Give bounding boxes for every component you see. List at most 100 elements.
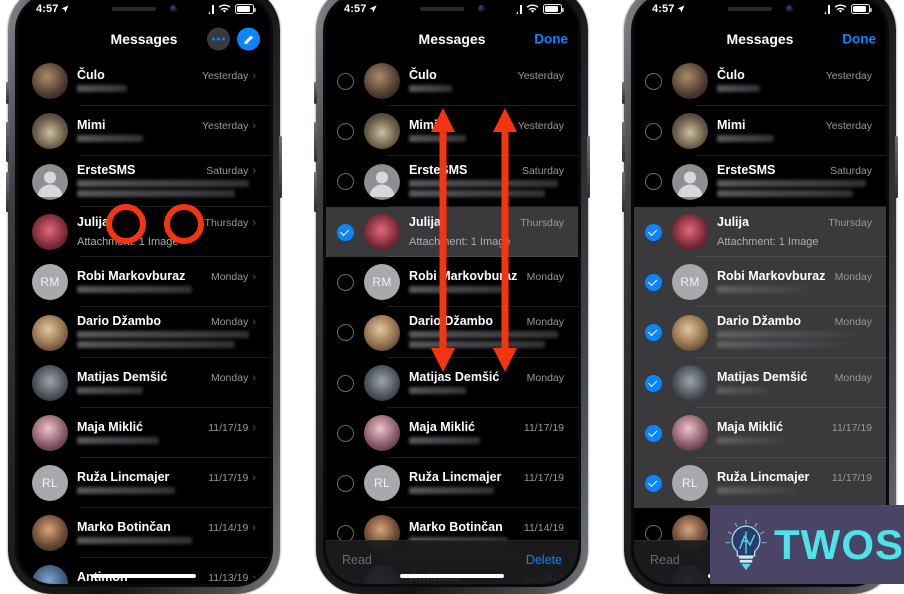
unselected-circle-icon[interactable] (336, 324, 354, 341)
row-select-cell[interactable] (326, 273, 358, 291)
read-button[interactable]: Read (650, 553, 680, 567)
conversation-list-2[interactable]: Čulo Yesterday Mimi Yesterday ErsteSMS Saturd… (326, 56, 578, 584)
unselected-circle-icon[interactable] (644, 72, 662, 90)
conversation-row[interactable]: RL Ruža Lincmajer 11/17/19 › (18, 458, 270, 508)
row-select-cell[interactable] (326, 173, 358, 190)
row-select-cell[interactable] (326, 223, 358, 241)
conversation-row[interactable]: Maja Miklić 11/17/19 (634, 408, 886, 458)
mute-switch[interactable] (6, 82, 9, 104)
conversation-row[interactable]: Maja Miklić 11/17/19 (326, 408, 578, 458)
redacted-preview-line (77, 134, 144, 142)
home-indicator[interactable] (92, 574, 196, 578)
conversation-row[interactable]: Čulo Yesterday › (18, 56, 270, 106)
row-select-cell[interactable] (326, 122, 358, 140)
page-title: Messages (418, 31, 486, 47)
power-button[interactable] (587, 136, 590, 198)
unselected-circle-icon[interactable] (336, 374, 354, 392)
conversation-row[interactable]: RL Ruža Lincmajer 11/17/19 (634, 458, 886, 508)
unselected-circle-icon[interactable] (336, 273, 354, 291)
unselected-circle-icon[interactable] (336, 173, 354, 190)
conversation-row[interactable]: Matijas Demšić Monday (634, 358, 886, 408)
row-select-cell[interactable] (326, 474, 358, 492)
unselected-circle-icon[interactable] (644, 173, 662, 190)
unselected-circle-icon[interactable] (336, 474, 354, 492)
conversation-row[interactable]: ErsteSMS Saturday (326, 156, 578, 207)
conversation-row[interactable]: Antimon11/13/19› (18, 558, 270, 584)
unselected-circle-icon[interactable] (336, 72, 354, 90)
row-select-cell[interactable] (326, 374, 358, 392)
unselected-circle-icon[interactable] (336, 122, 354, 140)
checkmark-icon[interactable] (644, 273, 662, 291)
conversation-row[interactable]: Dario Džambo Monday › (18, 307, 270, 358)
conversation-row[interactable]: Mimi Yesterday (326, 106, 578, 156)
delete-button[interactable]: Delete (526, 553, 562, 567)
conversation-list-1[interactable]: Čulo Yesterday › Mimi Yesterday › ErsteSMS Satu… (18, 56, 270, 584)
row-select-cell[interactable] (634, 524, 666, 542)
conversation-row[interactable]: RM Robi Markovburaz Monday (326, 257, 578, 307)
volume-down-button[interactable] (314, 172, 317, 212)
conversation-row[interactable]: Matijas Demšić Monday (326, 358, 578, 408)
checkmark-icon[interactable] (644, 474, 662, 492)
conversation-row[interactable]: Dario Džambo Monday (634, 307, 886, 358)
checkmark-icon[interactable] (644, 324, 662, 341)
conversation-row[interactable]: Julija Thursday Attachment: 1 Image (326, 207, 578, 257)
volume-down-button[interactable] (622, 172, 625, 212)
conversation-row[interactable]: Čulo Yesterday (326, 56, 578, 106)
power-button[interactable] (279, 136, 282, 198)
unselected-circle-icon[interactable] (336, 424, 354, 442)
row-select-cell[interactable] (326, 424, 358, 442)
lightbulb-icon (725, 519, 767, 570)
row-select-cell[interactable] (634, 72, 666, 90)
wifi-icon (218, 4, 231, 13)
conversation-row[interactable]: ErsteSMS Saturday › (18, 156, 270, 207)
volume-down-button[interactable] (6, 172, 9, 212)
conversation-row[interactable]: Maja Miklić 11/17/19 › (18, 408, 270, 458)
conversation-row[interactable]: Mimi Yesterday (634, 106, 886, 156)
row-select-cell[interactable] (634, 474, 666, 492)
row-select-cell[interactable] (634, 273, 666, 291)
checkmark-icon[interactable] (644, 374, 662, 392)
mute-switch[interactable] (622, 82, 625, 104)
checkmark-icon[interactable] (336, 223, 354, 241)
row-select-cell[interactable] (326, 324, 358, 341)
volume-up-button[interactable] (314, 122, 317, 162)
conversation-row[interactable]: Julija Thursday › Attachment: 1 Image (18, 207, 270, 257)
row-select-cell[interactable] (634, 424, 666, 442)
unselected-circle-icon[interactable] (336, 524, 354, 542)
message-date: Saturday (206, 165, 249, 177)
unselected-circle-icon[interactable] (644, 524, 662, 542)
row-select-cell[interactable] (326, 72, 358, 90)
checkmark-icon[interactable] (644, 223, 662, 241)
conversation-row[interactable]: RM Robi Markovburaz Monday (634, 257, 886, 307)
done-button[interactable]: Done (842, 32, 876, 47)
message-date: Monday (526, 316, 564, 328)
conversation-row[interactable]: Čulo Yesterday (634, 56, 886, 106)
more-dots-icon[interactable] (207, 27, 230, 51)
row-select-cell[interactable] (634, 122, 666, 140)
conversation-row[interactable]: Marko Botinčan 11/14/19 › (18, 508, 270, 558)
unselected-circle-icon[interactable] (644, 122, 662, 140)
power-button[interactable] (895, 136, 898, 198)
conversation-row[interactable]: RL Ruža Lincmajer 11/17/19 (326, 458, 578, 508)
mute-switch[interactable] (314, 82, 317, 104)
avatar (364, 314, 400, 351)
conversation-row[interactable]: RM Robi Markovburaz Monday › (18, 257, 270, 307)
checkmark-icon[interactable] (644, 424, 662, 442)
row-content: Julija Thursday Attachment: 1 Image (717, 215, 876, 250)
volume-up-button[interactable] (6, 122, 9, 162)
done-button[interactable]: Done (534, 32, 568, 47)
row-select-cell[interactable] (634, 374, 666, 392)
volume-up-button[interactable] (622, 122, 625, 162)
conversation-row[interactable]: Matijas Demšić Monday › (18, 358, 270, 408)
conversation-row[interactable]: Mimi Yesterday › (18, 106, 270, 156)
compose-icon[interactable] (237, 27, 260, 51)
row-select-cell[interactable] (326, 524, 358, 542)
home-indicator[interactable] (400, 574, 504, 578)
conversation-row[interactable]: Dario Džambo Monday (326, 307, 578, 358)
row-select-cell[interactable] (634, 223, 666, 241)
conversation-row[interactable]: Julija Thursday Attachment: 1 Image (634, 207, 886, 257)
conversation-row[interactable]: ErsteSMS Saturday (634, 156, 886, 207)
row-select-cell[interactable] (634, 173, 666, 190)
read-button[interactable]: Read (342, 553, 372, 567)
row-select-cell[interactable] (634, 324, 666, 341)
